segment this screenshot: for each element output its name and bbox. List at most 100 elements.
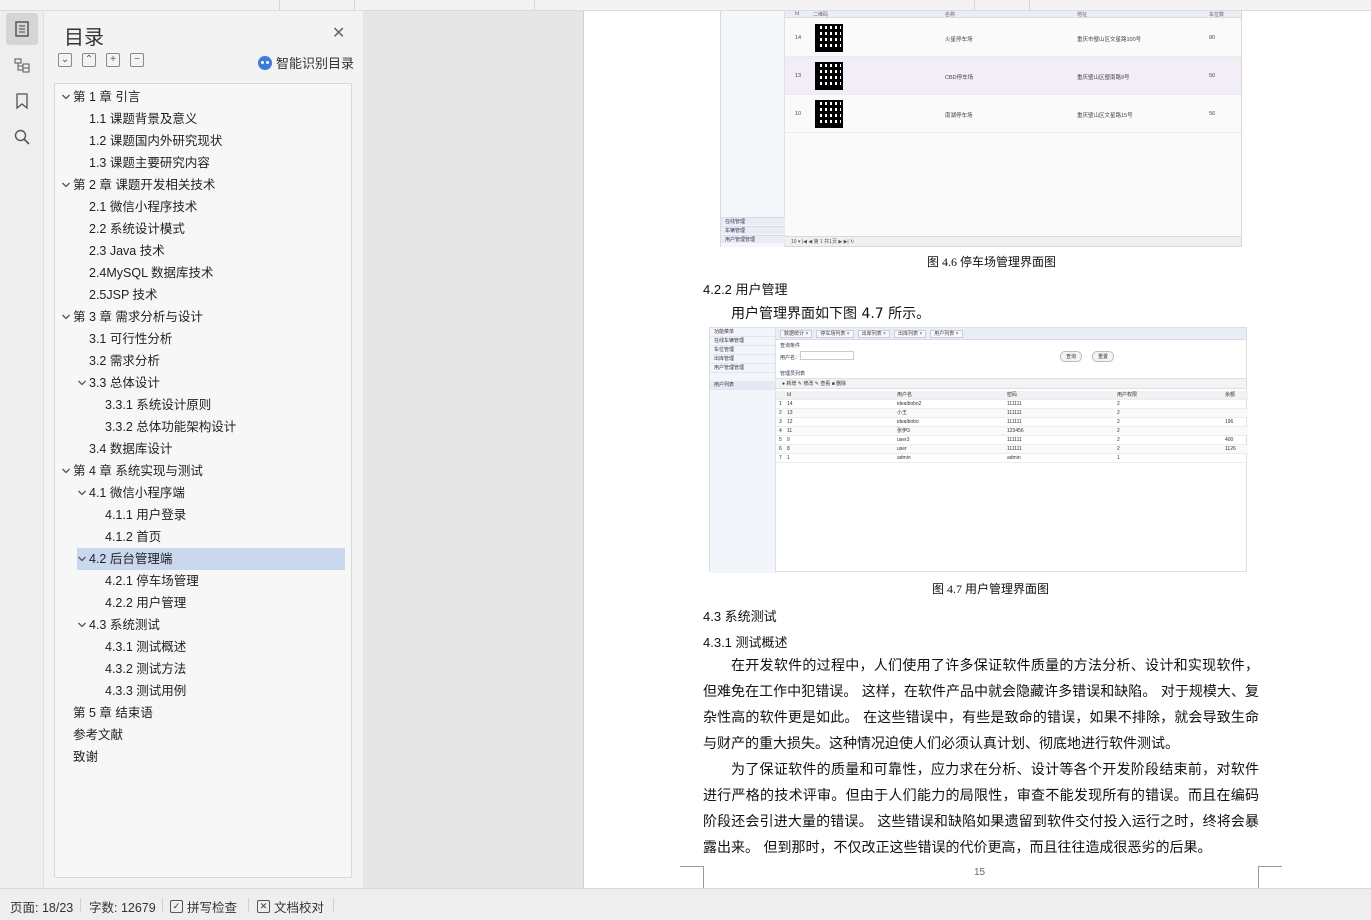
toc-item[interactable]: 4.3 系统测试 bbox=[55, 614, 351, 636]
table-cell: 余额 bbox=[1222, 391, 1248, 400]
proofread-button[interactable]: ✕ 文档校对 bbox=[257, 897, 324, 916]
toc-item[interactable]: 4.1.2 首页 bbox=[55, 526, 351, 548]
toc-item-label: 第 3 章 需求分析与设计 bbox=[73, 310, 203, 324]
table-cell: 13 bbox=[784, 408, 894, 418]
figure-user-table: Id 用户名 密码 用户权限 余额 1 14 idealbobo2 111111 2 2 1… bbox=[776, 391, 1248, 463]
table-cell: 123456 bbox=[1004, 426, 1114, 436]
table-cell: 5 bbox=[776, 435, 784, 445]
toc-item-label: 致谢 bbox=[73, 750, 99, 764]
toc-item[interactable]: 致谢 bbox=[55, 746, 351, 768]
table-row: 7 1 admin admin 1 bbox=[776, 453, 1248, 463]
toc-item-label: 4.3 系统测试 bbox=[89, 618, 160, 632]
figure-toolbar: ● 新增 ✎ 修改 ✎ 查看 ■ 删除 bbox=[776, 378, 1246, 389]
toc-item[interactable]: 2.2 系统设计模式 bbox=[55, 218, 351, 240]
figure-parking-management: Id 二维码 名称 地址 车位数 14 火星停车场 重庆市璧山区文星路100号 … bbox=[720, 11, 1242, 247]
toc-item[interactable]: 第 2 章 课题开发相关技术 bbox=[55, 174, 351, 196]
figure-search-title: 查询条件 bbox=[780, 343, 801, 349]
table-cell bbox=[1222, 453, 1248, 463]
document-outline-icon bbox=[15, 21, 29, 37]
toc-item[interactable]: 4.3.1 测试概述 bbox=[55, 636, 351, 658]
table-cell: 4 bbox=[776, 426, 784, 436]
toc-item-label: 2.1 微信小程序技术 bbox=[89, 200, 198, 214]
toc-item-label: 1.3 课题主要研究内容 bbox=[89, 156, 210, 170]
figure-caption-4-7: 图 4.7 用户管理界面图 bbox=[932, 582, 1050, 596]
toc-item[interactable]: 2.4MySQL 数据库技术 bbox=[55, 262, 351, 284]
toc-item[interactable]: 第 1 章 引言 bbox=[55, 86, 351, 108]
table-cell: 196 bbox=[1222, 417, 1248, 427]
cell-name: 火星停车场 bbox=[945, 37, 973, 43]
toc-item[interactable]: 4.1 微信小程序端 bbox=[55, 482, 351, 504]
toc-item[interactable]: 1.2 课题国内外研究现状 bbox=[55, 130, 351, 152]
toc-item[interactable]: 3.2 需求分析 bbox=[55, 350, 351, 372]
page-corner-mark bbox=[680, 866, 704, 888]
remove-heading-icon[interactable]: − bbox=[130, 53, 144, 67]
toc-item-label: 4.1 微信小程序端 bbox=[89, 486, 185, 500]
spell-check-icon: ✓ bbox=[170, 900, 183, 913]
top-strip bbox=[0, 0, 1371, 11]
toc-item[interactable]: 第 3 章 需求分析与设计 bbox=[55, 306, 351, 328]
toc-item[interactable]: 4.2.1 停车场管理 bbox=[55, 570, 351, 592]
bookmark-button[interactable] bbox=[6, 85, 38, 117]
toc-item-label: 2.4MySQL 数据库技术 bbox=[89, 266, 214, 280]
toc-item-label: 第 5 章 结束语 bbox=[73, 706, 153, 720]
ai-robot-icon bbox=[258, 55, 272, 70]
figure-search-label: 用户名： bbox=[780, 355, 801, 361]
find-button[interactable] bbox=[6, 121, 38, 153]
toc-item[interactable]: 3.4 数据库设计 bbox=[55, 438, 351, 460]
table-cell bbox=[1222, 426, 1248, 436]
figure-sidebar bbox=[721, 11, 785, 247]
table-cell: 2 bbox=[1114, 417, 1222, 427]
table-cell: 111111 bbox=[1004, 435, 1114, 445]
toc-item[interactable]: 4.1.1 用户登录 bbox=[55, 504, 351, 526]
toc-item[interactable]: 3.3.2 总体功能架构设计 bbox=[55, 416, 351, 438]
spell-check-button[interactable]: ✓ 拼写检查 bbox=[170, 897, 237, 916]
toc-item[interactable]: 1.1 课题背景及意义 bbox=[55, 108, 351, 130]
toc-item[interactable]: 2.3 Java 技术 bbox=[55, 240, 351, 262]
structure-button[interactable] bbox=[6, 49, 38, 81]
table-cell: user3 bbox=[894, 435, 1004, 445]
col-qr: 二维码 bbox=[813, 12, 829, 18]
page-corner-mark bbox=[1258, 866, 1282, 888]
toc-item-label: 4.3.2 测试方法 bbox=[105, 662, 187, 676]
table-cell: 12 bbox=[784, 417, 894, 427]
figure-sidebar: 功能菜单 在线车辆管理 车位管理 出库管理 用户管理管理 用户列表 bbox=[710, 328, 776, 573]
toc-item[interactable]: 第 5 章 结束语 bbox=[55, 702, 351, 724]
toc-item[interactable]: 3.3 总体设计 bbox=[55, 372, 351, 394]
ai-recognize-label: 智能识别目录 bbox=[276, 56, 355, 71]
add-heading-icon[interactable]: + bbox=[106, 53, 120, 67]
table-header-row: Id 用户名 密码 用户权限 余额 bbox=[776, 391, 1248, 400]
collapse-down-icon[interactable]: ⌄ bbox=[58, 53, 72, 67]
toc-item-label: 3.2 需求分析 bbox=[89, 354, 160, 368]
table-cell: 2 bbox=[1114, 399, 1222, 409]
page-indicator[interactable]: 页面: 18/23 bbox=[10, 897, 73, 916]
status-bar: 页面: 18/23 字数: 12679 ✓ 拼写检查 ✕ 文档校对 bbox=[0, 888, 1371, 920]
paragraph-testing-2: 为了保证软件的质量和可靠性，应力求在分析、设计等各个开发阶段结束前，对软件进行严… bbox=[703, 762, 1259, 856]
figure-tabs: 数据统计 × 停车场列表 × 出库列表 × 出库列表 × 用户列表 × bbox=[776, 328, 1246, 340]
toc-item[interactable]: 4.2.2 用户管理 bbox=[55, 592, 351, 614]
toc-item[interactable]: 1.3 课题主要研究内容 bbox=[55, 152, 351, 174]
collapse-up-icon[interactable]: ⌃ bbox=[82, 53, 96, 67]
top-strip-segment bbox=[535, 0, 975, 10]
close-icon[interactable]: ✕ bbox=[332, 26, 345, 42]
toc-item[interactable]: 3.3.1 系统设计原则 bbox=[55, 394, 351, 416]
toc-item[interactable]: 参考文献 bbox=[55, 724, 351, 746]
toc-panel-button[interactable] bbox=[6, 13, 38, 45]
figure-caption-4-6: 图 4.6 停车场管理界面图 bbox=[927, 255, 1057, 269]
top-strip-segment bbox=[355, 0, 535, 10]
table-row: 4 11 张伊3 123456 2 bbox=[776, 426, 1248, 436]
toc-item-label: 1.2 课题国内外研究现状 bbox=[89, 134, 223, 148]
figure-nav-item: 功能菜单 bbox=[710, 328, 775, 337]
word-count[interactable]: 字数: 12679 bbox=[89, 897, 156, 916]
heading-4-3: 4.3 系统测试 bbox=[703, 609, 777, 624]
toc-item[interactable]: 2.1 微信小程序技术 bbox=[55, 196, 351, 218]
ai-recognize-toc-button[interactable]: 智能识别目录 bbox=[258, 53, 354, 72]
toc-item[interactable]: 第 4 章 系统实现与测试 bbox=[55, 460, 351, 482]
toc-item-label: 4.1.2 首页 bbox=[105, 530, 162, 544]
table-cell: 1 bbox=[784, 453, 894, 463]
toc-item[interactable]: 4.3.2 测试方法 bbox=[55, 658, 351, 680]
toc-item[interactable]: 2.5JSP 技术 bbox=[55, 284, 351, 306]
toc-item[interactable]: 4.3.3 测试用例 bbox=[55, 680, 351, 702]
toc-item[interactable]: 3.1 可行性分析 bbox=[55, 328, 351, 350]
toc-item[interactable]: 4.2 后台管理端 bbox=[77, 548, 345, 570]
paragraph-testing-1: 在开发软件的过程中，人们使用了许多保证软件质量的方法分析、设计和实现软件，但难免… bbox=[703, 658, 1259, 752]
